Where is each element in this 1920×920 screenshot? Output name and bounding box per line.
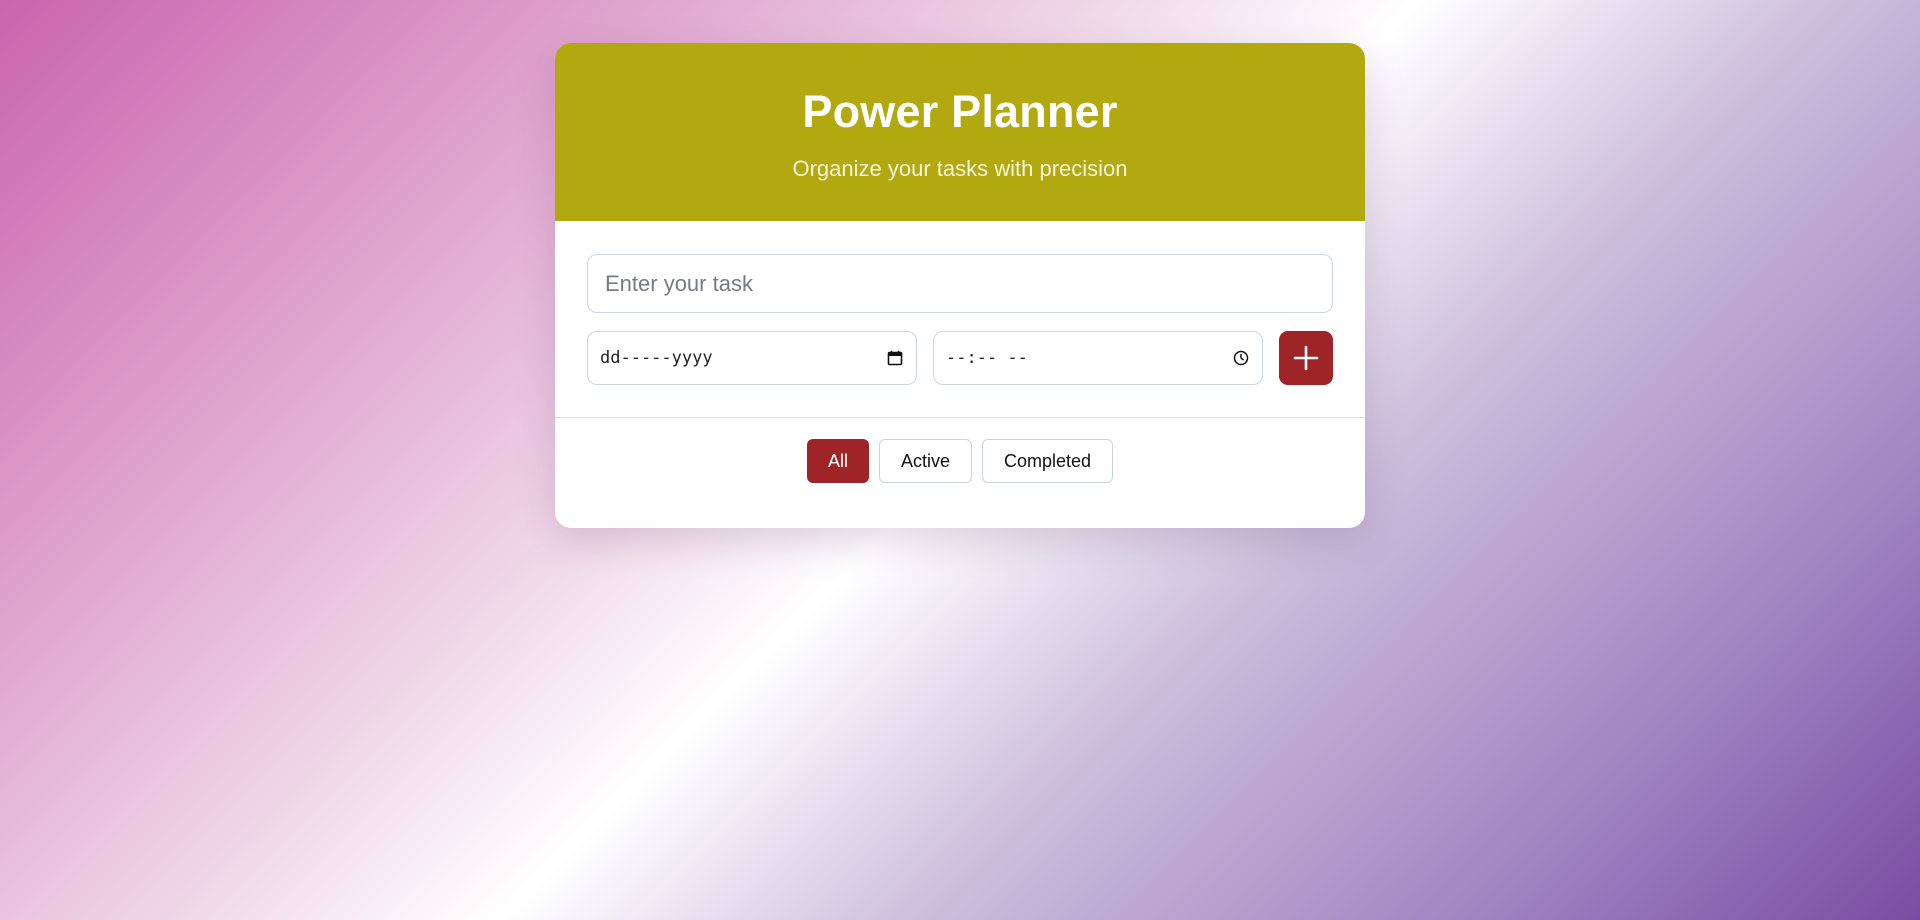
calendar-icon[interactable] bbox=[887, 350, 903, 366]
section-divider bbox=[555, 417, 1365, 418]
filter-group: All Active Completed bbox=[555, 439, 1365, 483]
filter-all-button[interactable]: All bbox=[806, 439, 869, 483]
task-input-placeholder: Enter your task bbox=[605, 270, 753, 296]
planner-header: Power Planner Organize your tasks with p… bbox=[555, 43, 1365, 221]
planner-card: Power Planner Organize your tasks with p… bbox=[555, 43, 1365, 528]
time-input-placeholder: --:-- -- bbox=[946, 348, 1028, 368]
clock-icon[interactable] bbox=[1233, 350, 1249, 366]
page-subtitle: Organize your tasks with precision bbox=[792, 156, 1128, 181]
time-input[interactable]: --:-- -- bbox=[933, 331, 1263, 385]
task-form: Enter your task dd-----yyyy --:-- -- bbox=[555, 221, 1365, 461]
date-input[interactable]: dd-----yyyy bbox=[587, 331, 917, 385]
task-input[interactable]: Enter your task bbox=[587, 254, 1333, 313]
page-title: Power Planner bbox=[802, 86, 1118, 137]
filter-completed-button[interactable]: Completed bbox=[982, 439, 1114, 483]
plus-icon bbox=[1293, 345, 1319, 371]
date-input-placeholder: dd-----yyyy bbox=[600, 348, 713, 368]
add-task-button[interactable] bbox=[1279, 331, 1333, 385]
filter-active-button[interactable]: Active bbox=[878, 439, 972, 483]
